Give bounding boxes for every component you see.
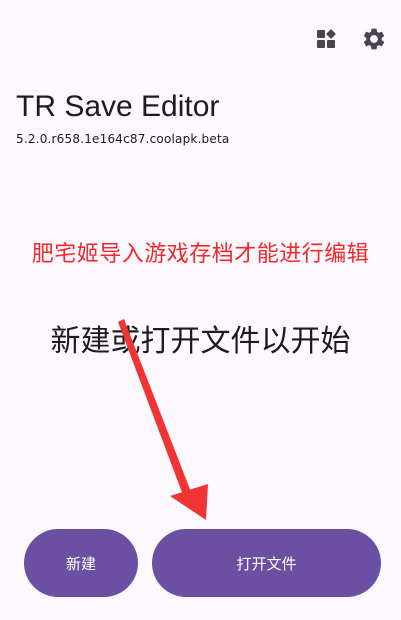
top-actions <box>311 24 389 54</box>
annotation-text: 肥宅姬导入游戏存档才能进行编辑 <box>31 242 370 267</box>
new-button[interactable]: 新建 <box>24 529 138 597</box>
empty-state-hint: 新建或打开文件以开始 <box>50 324 351 359</box>
version-label: 5.2.0.r658.1e164c87.coolapk.beta <box>16 132 230 146</box>
settings-gear-icon[interactable] <box>359 24 389 54</box>
widgets-icon[interactable] <box>311 24 341 54</box>
app-title: TR Save Editor <box>16 90 220 123</box>
open-file-button[interactable]: 打开文件 <box>152 529 381 597</box>
